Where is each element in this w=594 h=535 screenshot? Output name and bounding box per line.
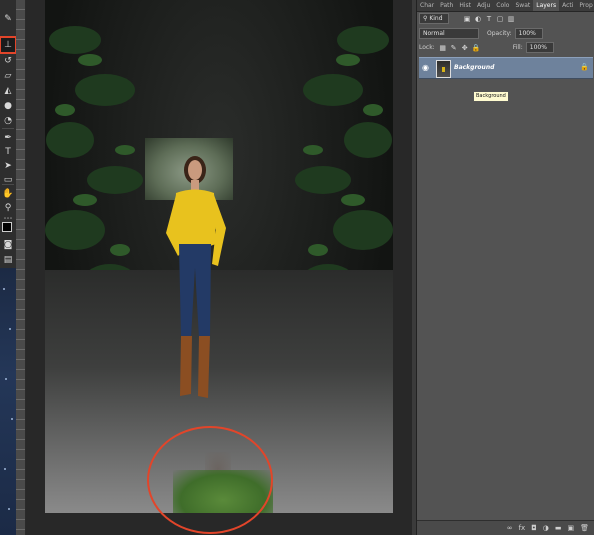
panel-tab-bar: CharPathHistAdjuColoSwatLayersActiPropIn… — [417, 0, 594, 12]
lock-pixels-icon[interactable]: ✎ — [450, 44, 458, 52]
woman-figure — [166, 156, 226, 398]
type-filter-icon[interactable]: T — [485, 15, 493, 23]
tab-swat[interactable]: Swat — [512, 2, 533, 9]
fx-icon[interactable]: fx — [519, 524, 526, 532]
mask-icon[interactable]: ◘ — [531, 524, 537, 532]
pixel-filter-icon[interactable]: ▣ — [463, 15, 471, 23]
quick-mask-icon[interactable]: ◙ — [1, 238, 15, 252]
blend-row: Normal Opacity: 100% — [419, 28, 543, 39]
tab-colo[interactable]: Colo — [493, 2, 512, 9]
opacity-input[interactable]: 100% — [514, 28, 543, 39]
vertical-ruler — [16, 0, 26, 535]
layer-name: Background — [454, 64, 495, 71]
blend-mode-select[interactable]: Normal — [419, 28, 479, 39]
opacity-label: Opacity: — [487, 30, 512, 37]
layer-thumbnail — [436, 60, 451, 78]
clone-stamp-tool-icon[interactable]: ⊥ — [0, 36, 17, 54]
tab-layers[interactable]: Layers — [533, 0, 560, 11]
adjustment-icon[interactable]: ◑ — [543, 524, 549, 532]
type-tool-icon[interactable]: T — [1, 145, 15, 159]
lock-label: Lock: — [419, 44, 435, 51]
path-selection-tool-icon[interactable]: ➤ — [1, 159, 15, 173]
tab-acti[interactable]: Acti — [559, 2, 576, 9]
visibility-eye-icon[interactable]: ◉ — [422, 63, 432, 72]
tab-hist[interactable]: Hist — [456, 2, 474, 9]
tool-divider — [2, 128, 14, 129]
tool-divider — [2, 184, 14, 185]
folder-icon[interactable]: ▬ — [555, 524, 562, 532]
lock-all-icon[interactable]: 🔒 — [472, 44, 481, 52]
eraser-tool-icon[interactable]: ▱ — [1, 69, 15, 83]
dodge-tool-icon[interactable]: ◔ — [1, 114, 15, 128]
lock-transparency-icon[interactable]: ▦ — [439, 44, 447, 52]
pen-tool-icon[interactable]: ✒ — [1, 131, 15, 145]
smart-object-filter-icon[interactable]: ▥ — [507, 15, 515, 23]
adjustment-filter-icon[interactable]: ◐ — [474, 15, 482, 23]
layer-tooltip: Background — [473, 91, 509, 102]
link-icon[interactable]: ∞ — [507, 524, 513, 532]
kind-filter-label: Kind — [429, 15, 443, 22]
desktop-background — [0, 268, 16, 535]
foreground-color-swatch[interactable] — [2, 222, 12, 232]
canvas-workspace[interactable] — [26, 0, 412, 535]
layer-lock-icon: 🔒 — [580, 63, 589, 71]
layer-row-background[interactable]: ◉ Background 🔒 — [419, 57, 593, 79]
lock-row: Lock: ▦ ✎ ✥ 🔒 Fill: 100% — [419, 42, 554, 53]
blur-tool-icon[interactable]: ● — [1, 99, 15, 113]
shape-filter-icon[interactable]: ▢ — [496, 15, 504, 23]
fill-input[interactable]: 100% — [525, 42, 554, 53]
new-layer-icon[interactable]: ▣ — [567, 524, 574, 532]
kind-filter-select[interactable]: ⚲ Kind — [419, 13, 449, 24]
lock-position-icon[interactable]: ✥ — [461, 44, 469, 52]
tab-prop[interactable]: Prop — [576, 2, 594, 9]
highlight-circle-annotation — [147, 426, 273, 534]
fill-label: Fill: — [512, 44, 523, 51]
tab-char[interactable]: Char — [417, 2, 437, 9]
brush-tool-icon[interactable]: ✎ — [1, 12, 15, 26]
layers-bottom-toolbar: ∞ fx ◘ ◑ ▬ ▣ 🗑 — [417, 520, 594, 535]
layers-panel: CharPathHistAdjuColoSwatLayersActiPropIn… — [416, 0, 594, 535]
history-brush-tool-icon[interactable]: ↺ — [1, 54, 15, 68]
screen-mode-icon[interactable]: ▤ — [1, 253, 15, 267]
tab-path[interactable]: Path — [437, 2, 456, 9]
hand-tool-icon[interactable]: ✋ — [1, 187, 15, 201]
tab-adju[interactable]: Adju — [474, 2, 493, 9]
filter-row: ⚲ Kind ▣ ◐ T ▢ ▥ — [419, 13, 518, 24]
trash-icon[interactable]: 🗑 — [580, 524, 589, 532]
paint-bucket-tool-icon[interactable]: ◭ — [1, 84, 15, 98]
